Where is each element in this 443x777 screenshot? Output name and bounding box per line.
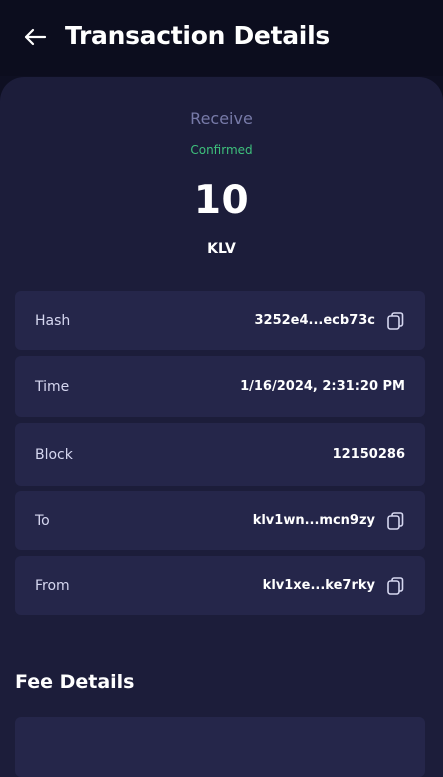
detail-row-to: To klv1wn...mcn9zy <box>15 491 425 550</box>
copy-icon <box>387 576 404 595</box>
from-address-value: klv1xe...ke7rky <box>262 578 375 593</box>
detail-row-block: Block 12150286 <box>15 423 425 486</box>
copy-icon <box>387 311 404 330</box>
detail-row-from: From klv1xe...ke7rky <box>15 556 425 615</box>
fee-details-row <box>15 717 425 777</box>
from-label: From <box>35 577 70 594</box>
fee-details-heading: Fee Details <box>15 671 135 693</box>
transaction-type: Receive <box>190 109 253 128</box>
hash-label: Hash <box>35 312 71 329</box>
detail-row-hash: Hash 3252e4...ecb73c <box>15 291 425 350</box>
app-header: Transaction Details <box>0 0 443 76</box>
arrow-left-icon <box>24 28 47 46</box>
time-label: Time <box>35 378 70 395</box>
to-address-value: klv1wn...mcn9zy <box>252 513 375 528</box>
block-label: Block <box>35 446 73 463</box>
copy-from-address-button[interactable] <box>385 576 405 596</box>
transaction-amount: 10 <box>193 178 250 223</box>
hash-value: 3252e4...ecb73c <box>254 313 376 328</box>
back-button[interactable] <box>20 24 50 50</box>
time-value: 1/16/2024, 2:31:20 PM <box>240 379 405 394</box>
block-value: 12150286 <box>332 447 405 462</box>
to-label: To <box>35 512 50 529</box>
copy-hash-button[interactable] <box>385 311 405 331</box>
currency-label: KLV <box>207 241 236 257</box>
status-badge: Confirmed <box>190 143 253 157</box>
copy-icon <box>387 511 404 530</box>
page-title: Transaction Details <box>65 21 330 50</box>
detail-row-time: Time 1/16/2024, 2:31:20 PM <box>15 356 425 417</box>
copy-to-address-button[interactable] <box>385 511 405 531</box>
